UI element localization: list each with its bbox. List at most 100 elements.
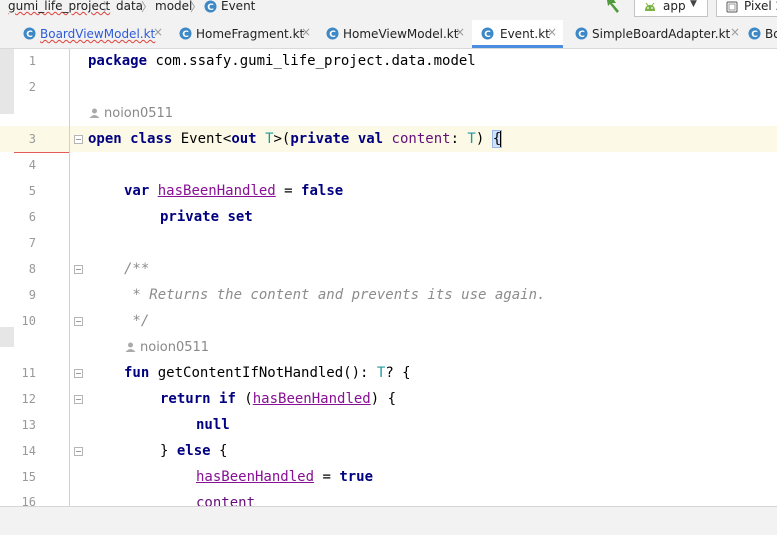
line-number[interactable]: 1 <box>0 54 36 68</box>
close-icon[interactable]: × <box>455 25 465 39</box>
hammer-icon[interactable] <box>604 0 622 14</box>
type-param: T <box>265 131 274 147</box>
property-name: hasBeenHandled <box>252 391 371 407</box>
line-number[interactable]: 15 <box>0 470 36 484</box>
line-number[interactable]: 9 <box>0 288 36 302</box>
keyword: private <box>290 131 350 147</box>
kotlin-class-icon: C <box>481 27 494 40</box>
device-select[interactable]: Pixel 2 <box>716 0 777 17</box>
fold-toggle-icon[interactable] <box>74 317 83 326</box>
code-line-1[interactable]: package com.ssafy.gumi_life_project.data… <box>88 52 476 70</box>
svg-text:C: C <box>484 30 491 40</box>
line-number[interactable]: 10 <box>0 314 36 328</box>
breadcrumb-model[interactable]: model <box>155 0 192 13</box>
punct: ) <box>475 131 493 147</box>
person-icon <box>89 108 100 118</box>
code-line-15[interactable]: hasBeenHandled = true <box>196 468 373 486</box>
line-number[interactable]: 2 <box>0 80 36 94</box>
line-number[interactable]: 6 <box>0 210 36 224</box>
code-line-16[interactable]: content <box>196 494 255 506</box>
tab-label: HomeViewModel.kt <box>343 27 459 41</box>
code-author-hint[interactable]: noion0511 <box>89 106 173 121</box>
keyword: class <box>130 131 173 147</box>
fold-toggle-icon[interactable] <box>74 395 83 404</box>
editor-gutter <box>0 49 70 506</box>
code-line-5[interactable]: var hasBeenHandled = false <box>124 182 343 200</box>
tab-label: BoardViewModel.kt <box>40 27 156 41</box>
close-icon[interactable]: × <box>547 25 557 39</box>
status-bar <box>0 506 777 535</box>
line-number[interactable]: 16 <box>0 495 36 506</box>
tab-event[interactable]: C Event.kt × <box>472 20 563 48</box>
line-number[interactable]: 4 <box>0 158 36 172</box>
fold-toggle-icon[interactable] <box>74 135 83 144</box>
property-name: hasBeenHandled <box>157 183 276 199</box>
punct: ) { <box>370 391 397 407</box>
punct: >( <box>273 131 291 147</box>
keyword: true <box>339 469 374 485</box>
breadcrumb-event[interactable]: Event <box>221 0 255 13</box>
author-name: noion0511 <box>104 106 174 121</box>
code-line-14[interactable]: } else { <box>160 442 227 460</box>
change-marker <box>0 327 14 347</box>
kotlin-class-icon: C <box>748 27 761 40</box>
tab-bo-truncated[interactable]: C Bo <box>748 20 777 48</box>
fold-toggle-icon[interactable] <box>74 369 83 378</box>
device-icon <box>726 1 738 13</box>
editor-tab-bar: C BoardViewModel.kt × C HomeFragment.kt … <box>0 20 777 49</box>
kotlin-class-icon: C <box>23 27 36 40</box>
line-number[interactable]: 12 <box>0 392 36 406</box>
line-number[interactable]: 8 <box>0 262 36 276</box>
keyword: return <box>160 391 211 407</box>
keyword: fun <box>124 365 150 381</box>
close-icon[interactable]: × <box>153 25 163 39</box>
punct: = <box>314 469 340 485</box>
svg-text:C: C <box>751 30 758 40</box>
punct: } <box>160 443 177 459</box>
tab-homefragment[interactable]: C HomeFragment.kt × <box>179 20 315 48</box>
code-author-hint[interactable]: noion0511 <box>125 340 209 355</box>
code-line-6[interactable]: private set <box>160 208 253 226</box>
line-number[interactable]: 3 <box>0 132 36 146</box>
keyword: set <box>227 209 253 225</box>
code-line-8[interactable]: /** <box>124 260 149 278</box>
tab-boardviewmodel[interactable]: C BoardViewModel.kt × <box>23 20 169 48</box>
run-config-select[interactable]: app ▼ <box>634 0 708 17</box>
keyword: false <box>301 183 344 199</box>
tab-simpleboardadapter[interactable]: C SimpleBoardAdapter.kt × <box>575 20 743 48</box>
code-line-10[interactable]: */ <box>124 312 149 330</box>
keyword: null <box>196 417 230 433</box>
punct: : <box>450 131 468 147</box>
close-icon[interactable]: × <box>301 25 311 39</box>
code-line-9[interactable]: * Returns the content and prevents its u… <box>124 286 545 304</box>
code-line-13[interactable]: null <box>196 416 230 434</box>
package-path: com.ssafy.gumi_life_project.data.model <box>147 53 476 69</box>
line-number[interactable]: 13 <box>0 418 36 432</box>
person-icon <box>125 342 136 352</box>
line-number[interactable]: 14 <box>0 444 36 458</box>
keyword: var <box>124 183 150 199</box>
svg-text:C: C <box>182 30 189 40</box>
chevron-down-icon: ▼ <box>690 0 697 9</box>
fold-toggle-icon[interactable] <box>74 447 83 456</box>
class-name: Event< <box>172 131 232 147</box>
keyword: open <box>88 131 122 147</box>
punct: ? { <box>385 365 411 381</box>
tab-homeviewmodel[interactable]: C HomeViewModel.kt × <box>326 20 468 48</box>
breadcrumb-project[interactable]: gumi_life_project <box>8 0 110 13</box>
breadcrumb: gumi_life_project 〉 data 〉 model 〉 C Eve… <box>0 0 777 20</box>
code-line-3[interactable]: open class Event<out T>(private val cont… <box>88 130 503 148</box>
line-number[interactable]: 5 <box>0 184 36 198</box>
breadcrumb-data[interactable]: data <box>116 0 143 13</box>
punct: ( <box>235 391 253 407</box>
type-param: T <box>467 131 476 147</box>
code-line-12[interactable]: return if (hasBeenHandled) { <box>160 390 396 408</box>
kotlin-class-icon: C <box>575 27 588 40</box>
fold-toggle-icon[interactable] <box>74 265 83 274</box>
code-line-11[interactable]: fun getContentIfNotHandled(): T? { <box>124 364 411 382</box>
kotlin-class-icon: C <box>179 27 192 40</box>
line-number[interactable]: 11 <box>0 366 36 380</box>
keyword: package <box>88 53 148 69</box>
close-icon[interactable]: × <box>730 25 740 39</box>
line-number[interactable]: 7 <box>0 236 36 250</box>
